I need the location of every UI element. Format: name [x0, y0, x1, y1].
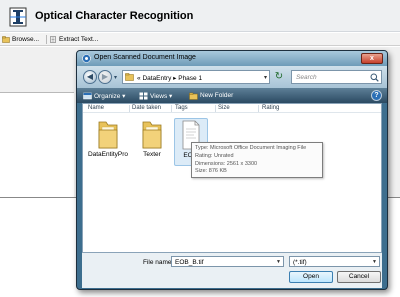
- ocr-scanner-icon: [9, 7, 27, 27]
- folder-icon: [98, 121, 118, 149]
- document-text-icon: [50, 36, 56, 43]
- breadcrumb-phase1[interactable]: Phase 1: [178, 75, 202, 82]
- browse-button[interactable]: Browse...: [2, 34, 39, 45]
- address-bar[interactable]: « DataEntry ▸ Phase 1 ▾: [122, 70, 270, 84]
- extract-text-button[interactable]: Extract Text...: [49, 34, 98, 45]
- file-list-area[interactable]: Name Date taken Tags Size Rating DataEnt…: [82, 103, 382, 253]
- column-separator: [215, 105, 216, 112]
- back-button[interactable]: ◀: [83, 70, 97, 84]
- address-dropdown-icon[interactable]: ▾: [264, 74, 267, 81]
- forward-arrow-icon: ▶: [101, 72, 109, 81]
- column-name[interactable]: Name: [88, 105, 104, 111]
- breadcrumb-separator[interactable]: ▸: [173, 75, 176, 82]
- image-panel: [0, 92, 74, 197]
- cancel-button[interactable]: Cancel: [337, 271, 381, 283]
- file-name: Texter: [143, 151, 161, 158]
- file-name-value: EOB_B.tif: [175, 259, 204, 266]
- app-title: Optical Character Recognition: [35, 10, 194, 22]
- address-prefix: «: [137, 75, 141, 82]
- dialog-titlebar: Open Scanned Document Image x: [77, 51, 387, 66]
- open-button[interactable]: Open: [289, 271, 333, 283]
- refresh-icon: ↻: [274, 71, 284, 82]
- views-label: Views ▾: [150, 92, 173, 100]
- recent-pages-dropdown-icon[interactable]: ▾: [114, 74, 117, 81]
- new-folder-label: New Folder: [200, 92, 234, 99]
- file-item-dataentitypro[interactable]: DataEntityPro: [86, 118, 130, 166]
- column-separator: [258, 105, 259, 112]
- tooltip-type: Type: Microsoft Office Document Imaging …: [195, 145, 307, 151]
- column-separator: [129, 105, 130, 112]
- folder-icon: [142, 121, 162, 149]
- chevron-down-icon[interactable]: ▼: [276, 259, 281, 265]
- back-arrow-icon: ◀: [86, 72, 94, 81]
- organize-button[interactable]: Organize ▾: [83, 90, 125, 101]
- column-rating[interactable]: Rating: [262, 105, 279, 111]
- tooltip-dimensions: Dimensions: 2561 x 3300: [195, 160, 258, 167]
- organize-icon: [83, 92, 92, 99]
- tooltip-rating: Rating: Unrated: [195, 152, 234, 159]
- command-bar: Organize ▾ Views ▾ New Folder ?: [77, 88, 387, 103]
- file-info-tooltip: Type: Microsoft Office Document Imaging …: [191, 142, 323, 178]
- column-tags[interactable]: Tags: [175, 105, 188, 111]
- new-folder-icon: [189, 92, 198, 100]
- file-name-label: File name:: [143, 259, 174, 266]
- extract-text-label: Extract Text...: [59, 36, 99, 43]
- search-box[interactable]: Search: [291, 70, 382, 84]
- organize-label: Organize ▾: [94, 92, 126, 100]
- column-size[interactable]: Size: [218, 105, 230, 111]
- file-type-value: (*.tif): [293, 259, 307, 266]
- file-name: DataEntityPro: [87, 151, 129, 158]
- tooltip-size: Size: 876 KB: [195, 168, 227, 175]
- toolbar-separator: [46, 35, 47, 44]
- app-header: Optical Character Recognition: [0, 0, 400, 32]
- help-button[interactable]: ?: [371, 90, 382, 101]
- breadcrumb-dataentry[interactable]: DataEntry: [142, 75, 171, 82]
- navigation-bar: ◀ ▶ ▾ « DataEntry ▸ Phase 1 ▾ ↻ Search: [77, 66, 387, 88]
- address-path: « DataEntry ▸ Phase 1: [137, 74, 202, 82]
- column-date-taken[interactable]: Date taken: [132, 105, 161, 111]
- column-separator: [171, 105, 172, 112]
- forward-button[interactable]: ▶: [98, 70, 112, 84]
- chevron-down-icon: ▼: [372, 259, 377, 265]
- browse-label: Browse...: [12, 36, 40, 43]
- new-folder-button[interactable]: New Folder: [189, 90, 233, 101]
- folder-icon: [125, 73, 134, 81]
- views-icon: [139, 92, 148, 99]
- dialog-footer: File name: EOB_B.tif ▼ (*.tif) ▼ Open Ca…: [82, 253, 382, 288]
- file-name-input[interactable]: EOB_B.tif ▼: [171, 256, 284, 267]
- search-placeholder: Search: [296, 74, 317, 81]
- refresh-button[interactable]: ↻: [273, 71, 285, 83]
- close-button[interactable]: x: [361, 53, 383, 64]
- folder-open-icon: [2, 36, 10, 43]
- dialog-title: Open Scanned Document Image: [94, 54, 196, 61]
- open-file-dialog: Open Scanned Document Image x ◀ ▶ ▾ « Da…: [76, 50, 388, 290]
- column-headers: Name Date taken Tags Size Rating: [83, 104, 381, 113]
- file-type-select[interactable]: (*.tif) ▼: [289, 256, 380, 267]
- file-item-texter[interactable]: Texter: [130, 118, 174, 166]
- search-icon[interactable]: [370, 73, 379, 82]
- app-toolbar: Browse... Extract Text...: [0, 33, 400, 46]
- views-button[interactable]: Views ▾: [139, 90, 172, 101]
- app-window-icon: [82, 54, 91, 63]
